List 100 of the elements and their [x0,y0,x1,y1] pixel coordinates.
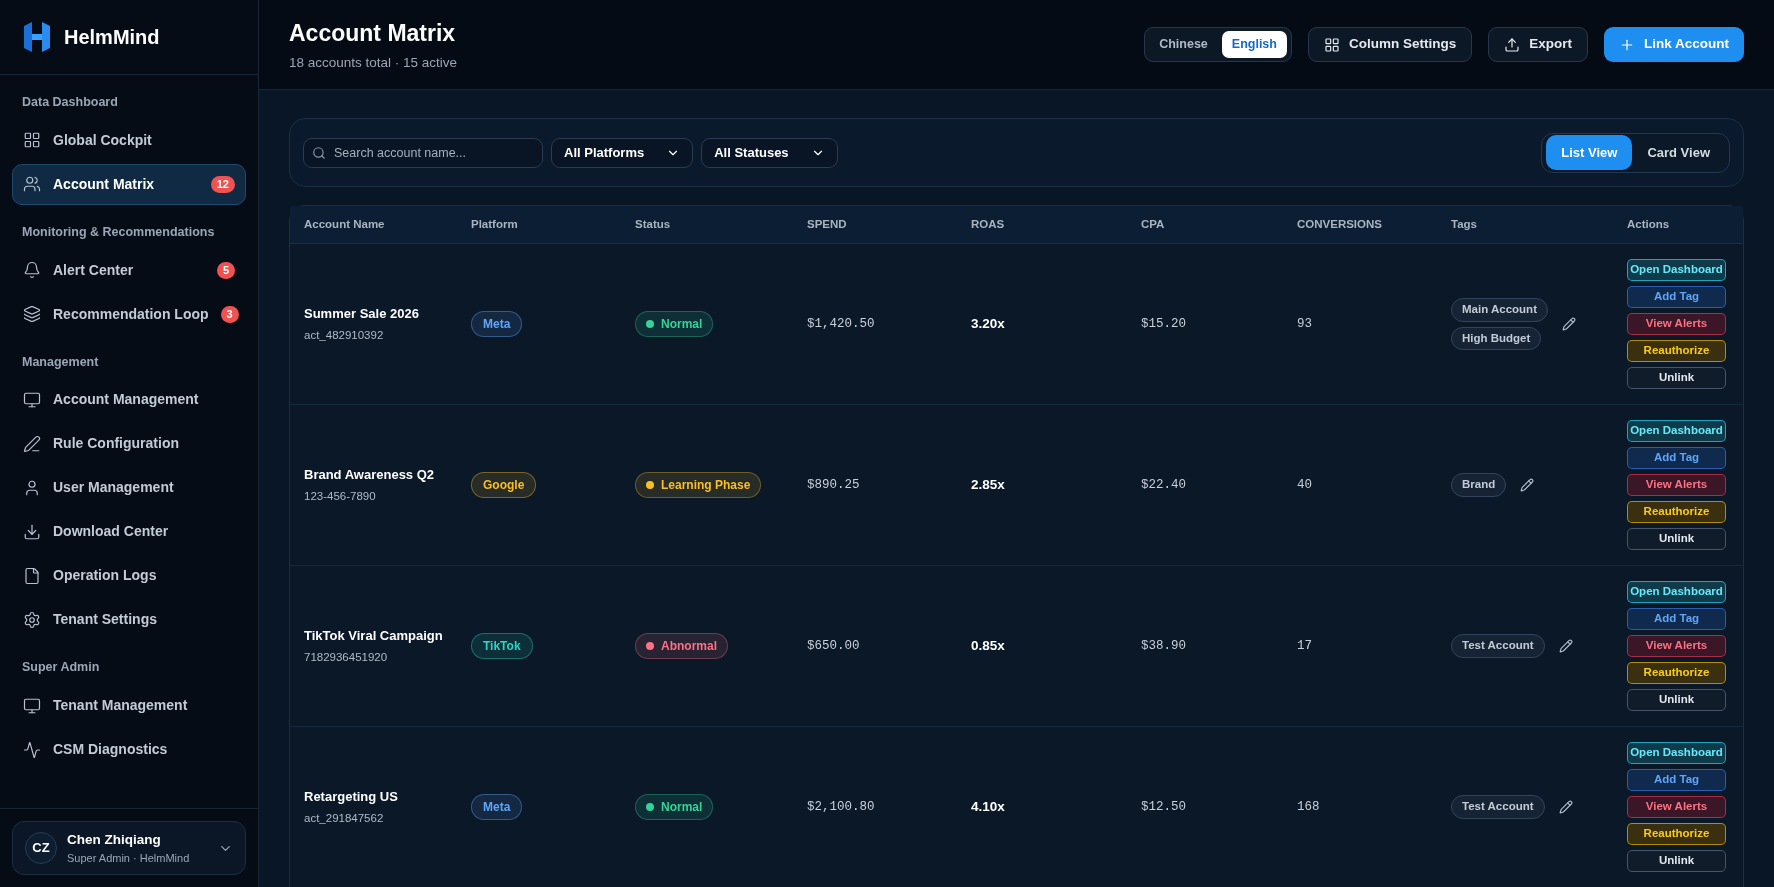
status-pill: Learning Phase [635,472,762,498]
column-header: CPA [1141,216,1166,232]
nav-item[interactable]: Operation Logs [12,555,246,597]
action-button[interactable]: Add Tag [1627,608,1726,630]
edit-icon[interactable] [1561,317,1576,331]
action-button[interactable]: Add Tag [1627,447,1726,469]
column-header: Status [635,216,672,232]
header-button[interactable]: Column Settings [1307,27,1473,62]
nav-item[interactable]: Rule Configuration [12,423,246,465]
edit-icon[interactable] [1558,639,1573,653]
page-subtitle: 18 accounts total · 15 active [289,53,458,72]
action-button[interactable]: Add Tag [1627,769,1726,791]
header-button[interactable]: Export [1488,27,1588,62]
account-id: act_291847562 [304,810,385,826]
language-option[interactable]: Chinese [1149,31,1218,58]
roas-value: 0.85x [971,636,1006,655]
action-button[interactable]: Reauthorize [1627,662,1726,684]
nav-item[interactable]: Account Management [12,379,246,421]
section-heading: Management [21,353,100,371]
action-button[interactable]: Reauthorize [1627,501,1726,523]
section-heading: Monitoring & Recommendations [21,223,216,241]
nav-item[interactable]: Tenant Settings [12,599,246,641]
nav-item[interactable]: Download Center [12,511,246,553]
layers-icon [23,305,41,323]
action-button[interactable]: Open Dashboard [1627,420,1726,442]
action-button[interactable]: Unlink [1627,528,1726,550]
nav-item[interactable]: CSM Diagnostics [12,729,246,770]
pen-icon [23,434,41,453]
section-heading: Super Admin [21,659,101,677]
roas-value: 4.10x [971,797,1006,816]
user-role: Super Admin · HelmMind [67,850,191,866]
account-name: Retargeting US [304,788,399,807]
upload-icon [1504,36,1521,53]
spend-value: $650.00 [807,637,861,655]
user-name: Chen Zhiqiang [67,830,162,849]
account-id: act_482910392 [304,327,385,343]
tag-chip: Test Account [1451,795,1545,819]
avatar: CZ [25,832,57,864]
status-pill: Normal [635,311,714,337]
action-button[interactable]: Unlink [1627,850,1726,872]
language-option[interactable]: English [1221,31,1287,58]
filter-select[interactable]: All Statuses [701,137,838,168]
action-button[interactable]: View Alerts [1627,796,1726,818]
search-field[interactable]: Search account name... [303,137,543,168]
action-button[interactable]: Open Dashboard [1627,259,1726,281]
grid-icon [1323,36,1340,53]
bell-icon [23,261,41,279]
roas-value: 2.85x [971,475,1006,494]
action-button[interactable]: Unlink [1627,689,1726,711]
user-card[interactable]: CZ Chen Zhiqiang Super Admin · HelmMind [12,821,246,875]
status-pill: Normal [635,794,714,820]
column-header: ROAS [971,216,1006,232]
column-header: Account Name [304,216,386,232]
nav-item[interactable]: Recommendation Loop 3 [12,293,246,335]
nav-item[interactable]: User Management [12,467,246,509]
nav-item[interactable]: Tenant Management [12,685,246,726]
column-header: Actions [1627,216,1671,232]
roas-value: 3.20x [971,314,1006,333]
edit-icon[interactable] [1520,478,1535,492]
platform-tag: Meta [471,311,523,337]
action-button[interactable]: Open Dashboard [1627,581,1726,603]
action-button[interactable]: Open Dashboard [1627,742,1726,764]
spend-value: $2,100.80 [807,798,876,816]
status-pill: Abnormal [635,633,728,659]
grid-icon [23,131,41,150]
count-badge: 5 [216,261,235,279]
tag-chip: Brand [1451,473,1507,497]
action-button[interactable]: View Alerts [1627,635,1726,657]
platform-tag: TikTok [471,633,533,659]
column-header: CONVERSIONS [1297,216,1383,232]
cpa-value: $38.90 [1141,637,1187,655]
platform-tag: Meta [471,794,523,820]
column-header: Tags [1451,216,1478,232]
users-icon [23,175,41,194]
action-button[interactable]: View Alerts [1627,474,1726,496]
page-title: Account Matrix [289,19,457,49]
action-button[interactable]: Reauthorize [1627,823,1726,845]
conversions-value: 40 [1297,476,1313,494]
column-header: Platform [471,216,519,232]
pulse-icon [23,740,41,759]
platform-tag: Google [471,472,537,498]
view-tab[interactable]: Card View [1632,134,1725,171]
edit-icon[interactable] [1558,800,1573,814]
cpa-value: $22.40 [1141,476,1187,494]
filter-select[interactable]: All Platforms [551,137,694,168]
nav-item[interactable]: Alert Center 5 [12,249,246,291]
account-name: Brand Awareness Q2 [304,466,436,485]
action-button[interactable]: Unlink [1627,367,1726,389]
action-button[interactable]: Reauthorize [1627,340,1726,362]
count-badge: 12 [210,175,235,193]
nav-item[interactable]: Global Cockpit [12,119,246,161]
monitor-icon [23,696,41,715]
user-icon [23,478,41,497]
tag-chip: Main Account [1451,298,1548,322]
nav-item[interactable]: Account Matrix 12 [12,163,246,205]
action-button[interactable]: View Alerts [1627,313,1726,335]
action-button[interactable]: Add Tag [1627,286,1726,308]
account-id: 7182936451920 [304,649,389,665]
account-id: 123-456-7890 [304,488,377,504]
monitor-icon [23,390,41,409]
